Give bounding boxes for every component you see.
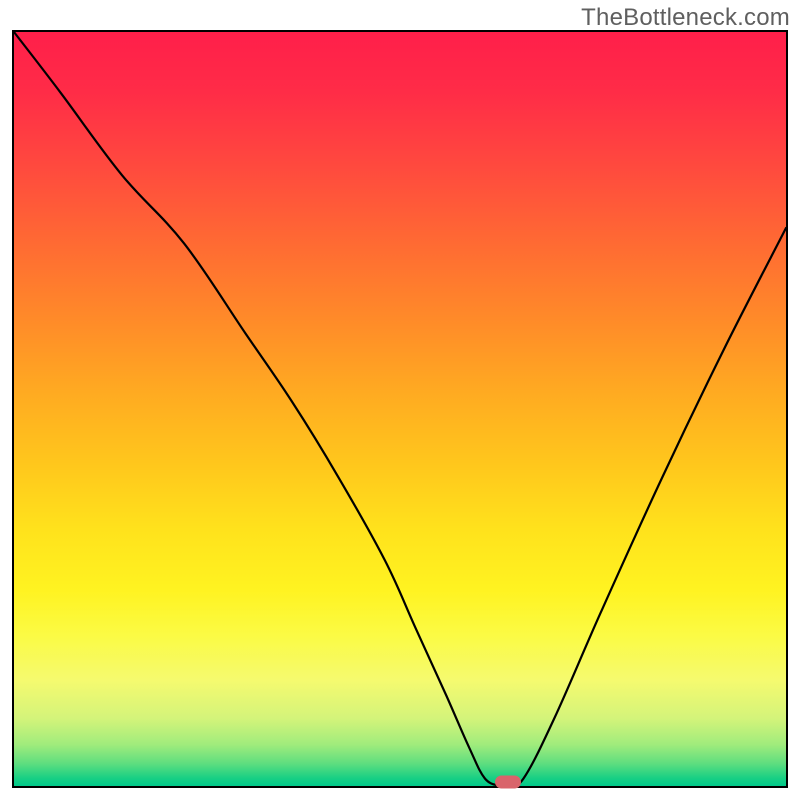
watermark-text: TheBottleneck.com [581, 4, 790, 32]
plot-area [12, 30, 788, 788]
chart-root: TheBottleneck.com [0, 0, 800, 800]
curve-path [14, 32, 786, 787]
bottleneck-curve [14, 32, 786, 786]
